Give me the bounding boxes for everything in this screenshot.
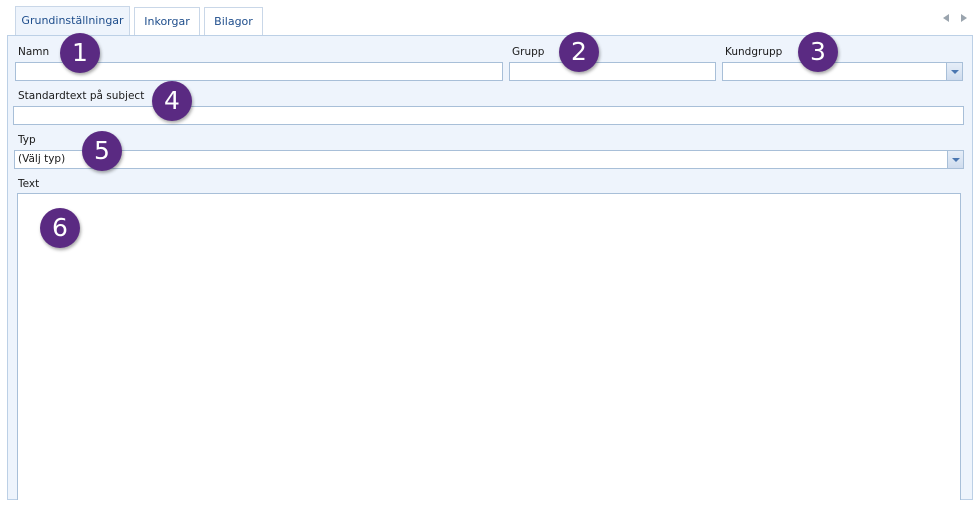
chevron-down-icon[interactable] (947, 151, 963, 168)
next-tab-icon[interactable] (961, 14, 967, 22)
callout-badge-5: 5 (82, 131, 122, 171)
callout-badge-4: 4 (152, 81, 192, 121)
group-field[interactable] (509, 62, 716, 81)
prev-tab-icon[interactable] (943, 14, 949, 22)
type-label: Typ (18, 134, 36, 146)
tab-grundinstallningar[interactable]: Grundinställningar (15, 6, 130, 36)
text-area[interactable] (17, 193, 961, 500)
customer-group-select[interactable] (722, 62, 963, 81)
customer-group-label: Kundgrupp (725, 46, 783, 58)
tab-strip: Grundinställningar Inkorgar Bilagor (0, 0, 980, 36)
name-label: Namn (18, 46, 50, 58)
chevron-down-icon[interactable] (946, 63, 962, 80)
group-label: Grupp (512, 46, 545, 58)
tab-bilagor[interactable]: Bilagor (204, 7, 263, 35)
text-label: Text (18, 178, 40, 190)
callout-badge-1: 1 (60, 33, 100, 73)
callout-badge-2: 2 (559, 32, 599, 72)
type-select[interactable]: (Välj typ) (14, 150, 964, 169)
type-value: (Välj typ) (18, 153, 66, 165)
tab-inkorgar[interactable]: Inkorgar (134, 7, 200, 35)
subject-label: Standardtext på subject (18, 90, 145, 102)
callout-badge-3: 3 (798, 32, 838, 72)
callout-badge-6: 6 (40, 208, 80, 248)
